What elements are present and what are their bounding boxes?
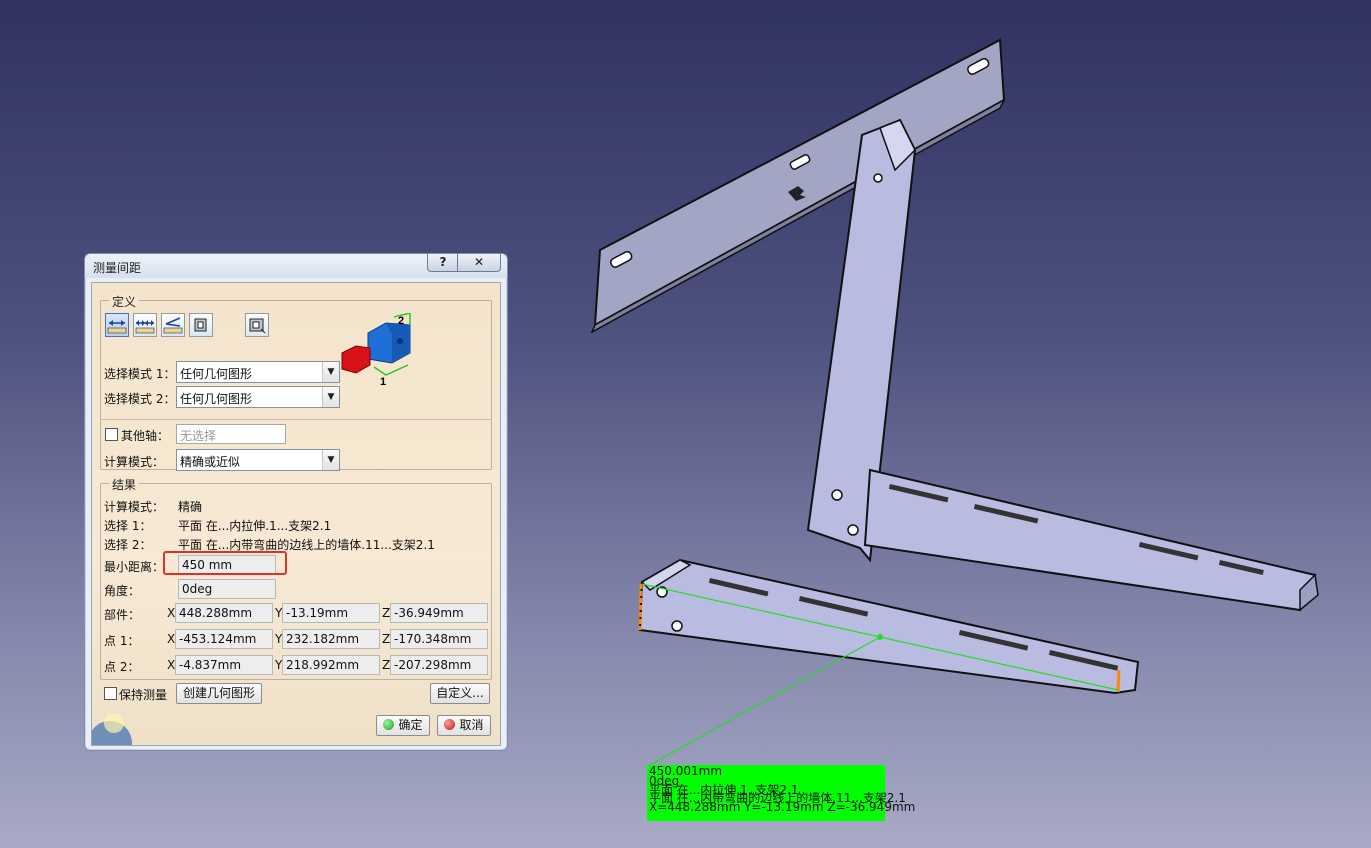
lower-arm-part[interactable] [638, 558, 1140, 695]
select-mode-1-value: 任何几何图形 [180, 367, 253, 381]
measure-between-icon[interactable] [105, 313, 129, 337]
chevron-down-icon[interactable]: ▼ [322, 362, 339, 382]
chevron-down-icon[interactable]: ▼ [322, 387, 339, 407]
axis-z-label: Z [382, 632, 391, 646]
component-x-field: 448.288mm [175, 603, 273, 623]
measure-fan-icon[interactable] [161, 313, 185, 337]
point1-y-field: 232.182mm [282, 629, 380, 649]
calc-mode-value: 精确或近似 [180, 455, 241, 469]
measure-item-icon[interactable] [189, 313, 213, 337]
other-axis-field[interactable]: 无选择 [176, 424, 286, 444]
definition-group: 定义 [100, 293, 492, 470]
chevron-down-icon[interactable]: ▼ [322, 450, 339, 470]
upper-arm-part[interactable] [863, 468, 1319, 612]
angle-field: 0deg [178, 579, 276, 599]
keep-measure-checkbox[interactable] [104, 687, 117, 700]
calc-mode-label: 计算模式： [104, 455, 165, 469]
preview-label-1: 1 [380, 376, 386, 388]
measure-preview-image: 2 1 [338, 312, 428, 393]
select-mode-2-value: 任何几何图形 [180, 392, 253, 406]
callout-leader-line [649, 636, 881, 766]
axis-x-label: X [167, 632, 176, 646]
callout-coordinates: X=448.288mm Y=-13.19mm Z=-36.949mm [649, 800, 916, 814]
result-calc-mode-value: 精确 [178, 500, 203, 514]
select-mode-1-combo[interactable]: 任何几何图形 ▼ [176, 361, 340, 383]
dialog-client: 定义 2 1 选择模式 1： 任何几何图形 ▼ 选择模式 2： 任何几何图形 ▼… [91, 282, 501, 746]
measure-between-dialog[interactable]: 测量间距 ? ✕ 定义 2 1 选择模式 1： 任何几何图形 ▼ 选择模式 2：… [84, 253, 508, 751]
select-mode-1-label: 选择模式 1： [104, 367, 176, 381]
component-y-field: -13.19mm [282, 603, 380, 623]
measure-callout[interactable]: 450.001mm 0deg 平面 在...内拉伸.1..支架2.1 平面 在.… [647, 765, 915, 821]
customize-button[interactable]: 自定义... [430, 683, 490, 704]
point1-z-field: -170.348mm [390, 629, 488, 649]
help-button[interactable]: ? [427, 254, 459, 272]
dialog-titlebar[interactable]: 测量间距 ? ✕ [85, 254, 507, 278]
dialog-title: 测量间距 [93, 261, 142, 275]
preview-label-2: 2 [398, 315, 404, 327]
selection-2-label: 选择 2： [104, 538, 152, 552]
ok-label: 确定 [398, 718, 423, 732]
point2-z-field: -207.298mm [390, 655, 488, 675]
axis-z-label: Z [382, 606, 391, 620]
angle-label: 角度： [104, 584, 141, 598]
selection-1-value: 平面 在...内拉伸.1...支架2.1 [178, 519, 332, 533]
other-axis-label: 其他轴： [121, 429, 170, 443]
create-geometry-button[interactable]: 创建几何图形 [176, 683, 262, 704]
min-distance-label: 最小距离： [104, 560, 165, 574]
point2-label: 点 2： [104, 660, 140, 674]
component-z-field: -36.949mm [390, 603, 488, 623]
other-axis-checkbox[interactable] [105, 428, 118, 441]
separator [100, 419, 492, 420]
selection-1-label: 选择 1： [104, 519, 152, 533]
globe-logo [92, 703, 136, 745]
measure-chain-icon[interactable] [133, 313, 157, 337]
cancel-label: 取消 [459, 718, 484, 732]
axis-x-label: X [167, 606, 176, 620]
component-label: 部件： [104, 608, 141, 622]
select-mode-2-combo[interactable]: 任何几何图形 ▼ [176, 386, 340, 408]
definition-group-title: 定义 [109, 293, 140, 310]
point2-x-field: -4.837mm [175, 655, 273, 675]
cancel-icon [444, 719, 456, 730]
point1-label: 点 1： [104, 634, 140, 648]
ok-button[interactable]: 确定 [376, 715, 430, 736]
keep-measure-label: 保持测量 [119, 688, 168, 702]
point1-x-field: -453.124mm [175, 629, 273, 649]
point2-y-field: 218.992mm [282, 655, 380, 675]
axis-x-label: X [167, 658, 176, 672]
ok-icon [383, 719, 395, 730]
close-button[interactable]: ✕ [457, 254, 501, 272]
axis-z-label: Z [382, 658, 391, 672]
measure-inertia-icon[interactable] [245, 313, 269, 337]
result-calc-mode-label: 计算模式： [104, 500, 165, 514]
cancel-button[interactable]: 取消 [437, 715, 491, 736]
results-group-title: 结果 [109, 476, 140, 493]
highlight-box [163, 551, 287, 575]
select-mode-2-label: 选择模式 2： [104, 392, 176, 406]
calc-mode-combo[interactable]: 精确或近似 ▼ [176, 449, 340, 471]
wall-plate-part[interactable] [590, 38, 1006, 334]
